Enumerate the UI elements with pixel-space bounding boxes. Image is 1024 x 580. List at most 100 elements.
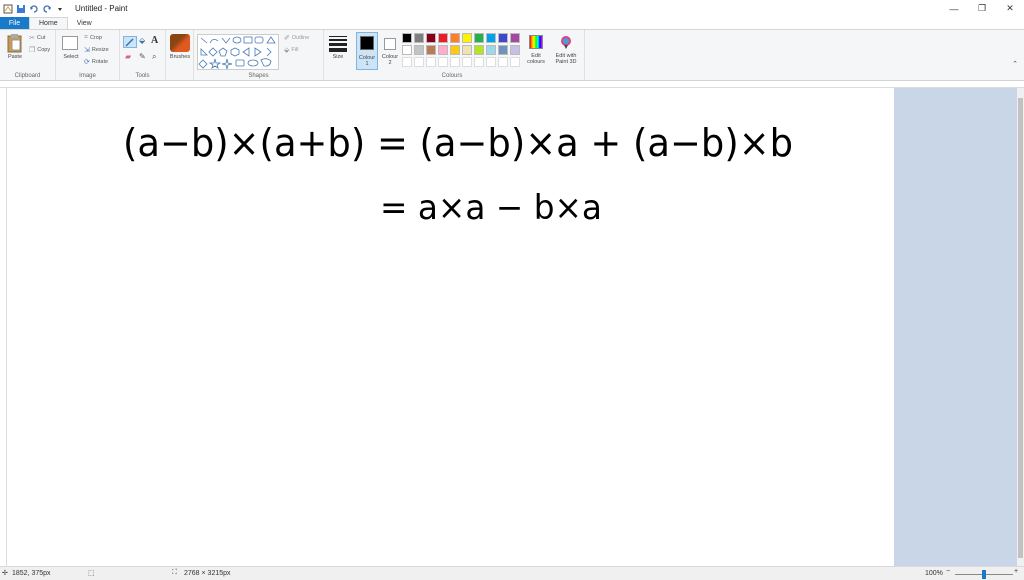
palette-swatch[interactable]: [402, 33, 412, 43]
ribbon-tabs: File Home View: [0, 17, 1024, 29]
palette-swatch[interactable]: [438, 33, 448, 43]
ribbon: Paste ✂ Cut ❐ Copy Clipboard Select ⌗ Cr…: [0, 29, 1024, 81]
cursor-position-icon: ✢: [2, 570, 8, 577]
shapes-gallery[interactable]: [197, 34, 279, 70]
colour2-button[interactable]: Colour 2: [380, 32, 400, 70]
redo-icon[interactable]: [42, 4, 52, 14]
drawing-canvas[interactable]: (a−b)×(a+b) = (a−b)×a + (a−b)×b = a×a − …: [7, 88, 894, 566]
palette-swatch[interactable]: [474, 33, 484, 43]
magnifier-icon[interactable]: ⌕: [152, 52, 156, 62]
palette-swatch[interactable]: [510, 33, 520, 43]
save-icon[interactable]: [16, 4, 26, 14]
canvas-size-icon: ⛶: [172, 569, 177, 576]
undo-icon[interactable]: [29, 4, 39, 14]
brushes-label: Brushes: [169, 54, 191, 60]
crop-label: Crop: [89, 35, 102, 41]
size-icon[interactable]: [329, 36, 347, 52]
paste-label: Paste: [7, 54, 23, 60]
palette-custom-swatch[interactable]: [474, 57, 484, 67]
palette-custom-swatch[interactable]: [438, 57, 448, 67]
tab-file[interactable]: File: [0, 17, 29, 29]
zoom-slider[interactable]: [955, 570, 1013, 579]
paint3d-label: Edit with Paint 3D: [555, 53, 577, 65]
quick-access-toolbar: [0, 4, 65, 14]
palette-swatch[interactable]: [510, 45, 520, 55]
palette-custom-swatch[interactable]: [498, 57, 508, 67]
edit-colours-button[interactable]: Edit colours: [526, 33, 546, 69]
close-icon[interactable]: ✕: [996, 0, 1024, 17]
palette-swatch[interactable]: [498, 33, 508, 43]
vertical-scrollbar[interactable]: [1017, 88, 1024, 566]
rotate-button[interactable]: ⟳ Rotate: [84, 58, 108, 66]
text-icon[interactable]: A: [151, 35, 158, 46]
palette-custom-swatch[interactable]: [426, 57, 436, 67]
scrollbar-thumb[interactable]: [1018, 98, 1023, 558]
colour-palette: [402, 33, 524, 71]
fill-icon[interactable]: ⬙: [139, 36, 145, 45]
palette-swatch[interactable]: [450, 33, 460, 43]
canvas-dimensions: 2768 × 3215px: [184, 570, 231, 577]
image-group: Select ⌗ Crop ⇲ Resize ⟳ Rotate Image: [56, 30, 120, 80]
tools-group: ⬙ A ▰ ✎ ⌕ Tools: [120, 30, 166, 80]
palette-swatch[interactable]: [486, 33, 496, 43]
color-picker-icon[interactable]: ✎: [139, 52, 146, 61]
colour2-label: Colour 2: [381, 54, 399, 66]
cut-button[interactable]: ✂ Cut: [29, 34, 45, 42]
palette-swatch[interactable]: [450, 45, 460, 55]
palette-custom-swatch[interactable]: [450, 57, 460, 67]
palette-custom-swatch[interactable]: [486, 57, 496, 67]
image-group-label: Image: [79, 73, 96, 79]
palette-custom-swatch[interactable]: [414, 57, 424, 67]
select-label: Select: [63, 54, 79, 60]
scissors-icon: ✂: [29, 35, 35, 42]
palette-swatch[interactable]: [462, 45, 472, 55]
eraser-icon[interactable]: ▰: [125, 52, 131, 61]
fill-button[interactable]: ⬙ Fill: [284, 46, 298, 54]
left-ruler: [0, 88, 7, 566]
palette-swatch[interactable]: [486, 45, 496, 55]
palette-swatch[interactable]: [426, 33, 436, 43]
palette-custom-swatch[interactable]: [402, 57, 412, 67]
tab-home[interactable]: Home: [29, 17, 68, 29]
collapse-ribbon-icon[interactable]: ⌃: [1012, 60, 1018, 68]
handwriting: (a−b)×(a+b) = (a−b)×a + (a−b)×b = a×a − …: [123, 121, 793, 228]
resize-label: Resize: [91, 47, 109, 53]
colour1-button[interactable]: Colour 1: [356, 32, 378, 70]
top-ruler: [0, 81, 1024, 88]
palette-custom-swatch[interactable]: [462, 57, 472, 67]
palette-custom-swatch[interactable]: [510, 57, 520, 67]
edit-colours-label: Edit colours: [527, 53, 545, 65]
title-bar: Untitled - Paint — ❐ ✕: [0, 0, 1024, 17]
fill-label: Fill: [291, 47, 299, 53]
palette-swatch[interactable]: [426, 45, 436, 55]
zoom-in-icon[interactable]: +: [1014, 568, 1018, 575]
select-icon[interactable]: [62, 36, 78, 50]
copy-button[interactable]: ❐ Copy: [29, 46, 50, 54]
copy-label: Copy: [37, 47, 51, 53]
clipboard-group: Paste ✂ Cut ❐ Copy Clipboard: [0, 30, 56, 80]
ribbon-divider: [584, 30, 585, 80]
palette-swatch[interactable]: [474, 45, 484, 55]
brush-icon[interactable]: [170, 34, 190, 52]
palette-swatch[interactable]: [402, 45, 412, 55]
outline-button[interactable]: ✐ Outline: [284, 34, 309, 42]
paint3d-icon: [561, 36, 571, 49]
palette-swatch[interactable]: [498, 45, 508, 55]
paint3d-button[interactable]: Edit with Paint 3D: [552, 33, 580, 69]
customize-qat-icon[interactable]: [55, 4, 65, 14]
palette-swatch[interactable]: [438, 45, 448, 55]
palette-swatch[interactable]: [414, 45, 424, 55]
tab-view[interactable]: View: [68, 17, 101, 29]
crop-button[interactable]: ⌗ Crop: [84, 34, 102, 42]
paste-icon: [7, 34, 22, 53]
resize-icon: ⇲: [84, 47, 90, 54]
palette-swatch[interactable]: [462, 33, 472, 43]
pencil-tool[interactable]: [123, 36, 137, 48]
minimize-icon[interactable]: —: [940, 0, 968, 17]
outline-icon: ✐: [284, 35, 290, 42]
restore-icon[interactable]: ❐: [968, 0, 996, 17]
zoom-out-icon[interactable]: −: [946, 568, 950, 575]
resize-button[interactable]: ⇲ Resize: [84, 46, 109, 54]
palette-swatch[interactable]: [414, 33, 424, 43]
zoom-slider-knob[interactable]: [982, 570, 986, 579]
